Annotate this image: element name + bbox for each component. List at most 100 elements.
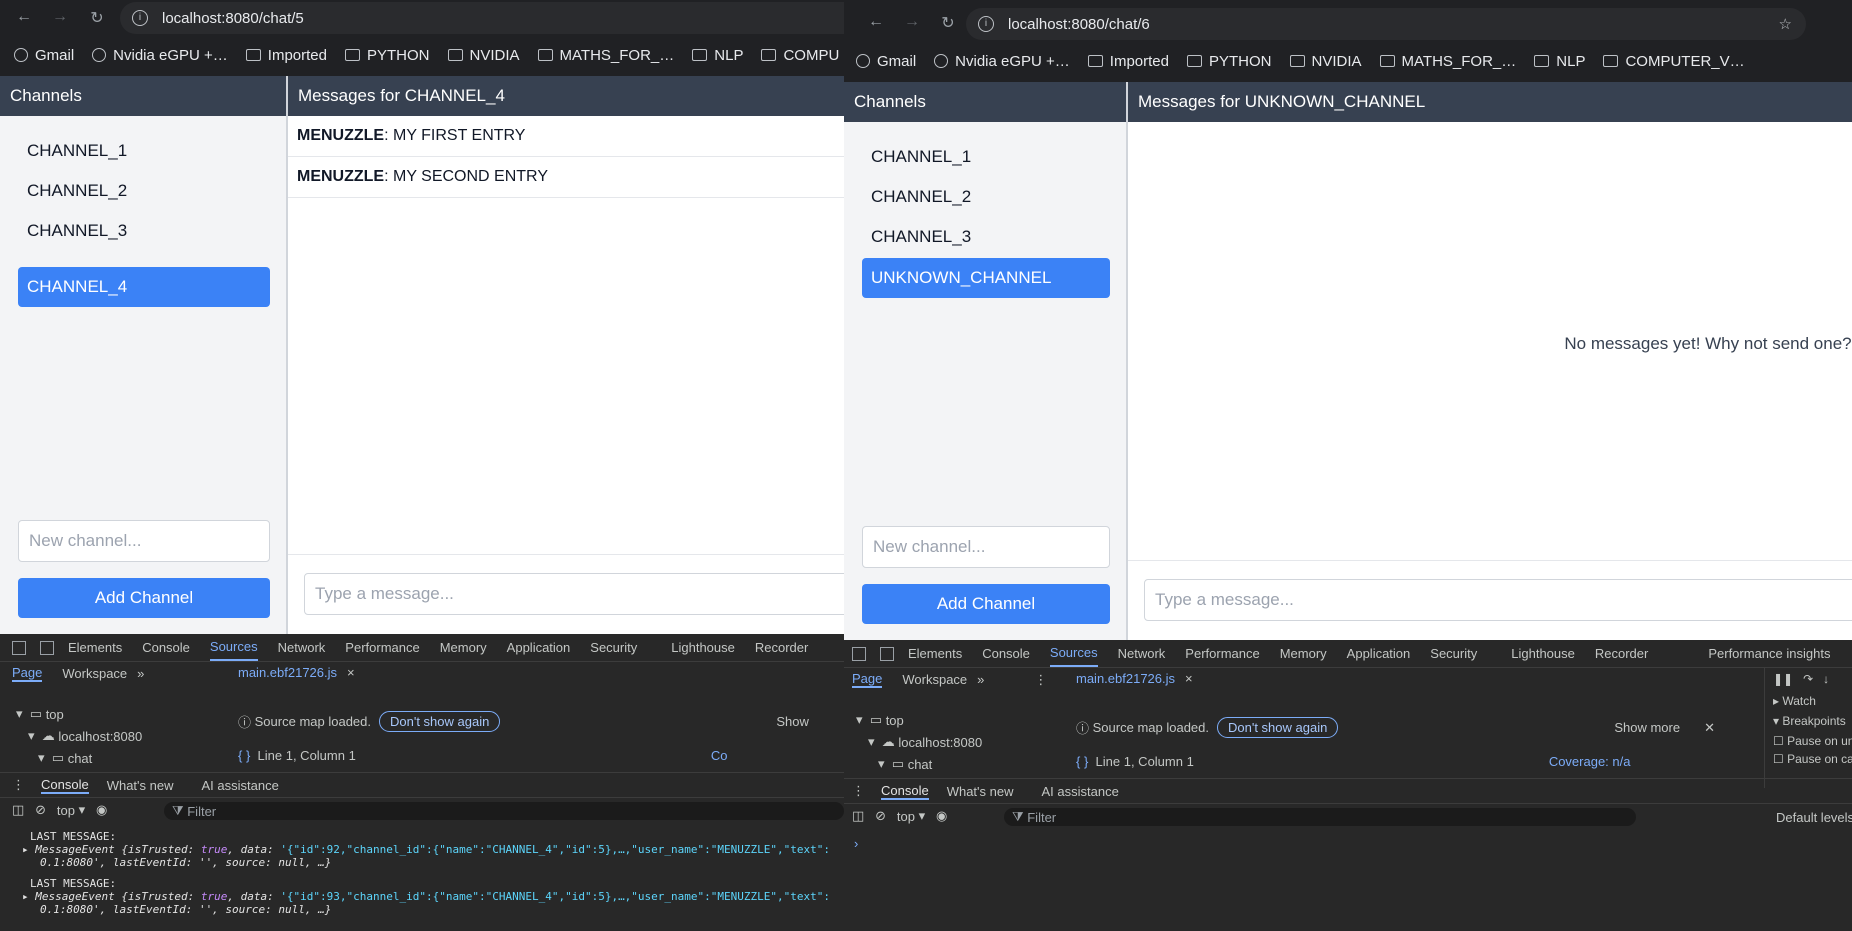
drawer-tab-console[interactable]: Console xyxy=(881,783,929,800)
clear-console-icon[interactable]: ⊘ xyxy=(35,802,46,818)
nav-tab-workspace[interactable]: Workspace xyxy=(902,672,967,687)
braces-icon[interactable]: { } xyxy=(238,748,250,763)
close-icon[interactable]: ✕ xyxy=(1704,720,1715,736)
inspect-icon[interactable] xyxy=(12,640,26,655)
channel-item-3[interactable]: CHANNEL_3 xyxy=(18,211,270,251)
message-input[interactable] xyxy=(1144,579,1852,621)
new-channel-input[interactable] xyxy=(862,526,1110,568)
reload-icon[interactable]: ↻ xyxy=(85,8,109,28)
show-more-link[interactable]: Show xyxy=(776,714,809,729)
show-more-link[interactable]: Show more xyxy=(1614,720,1680,735)
tab-console[interactable]: Console xyxy=(982,646,1030,661)
bookmark-imported[interactable]: Imported xyxy=(245,47,327,64)
reload-icon[interactable]: ↻ xyxy=(936,13,960,33)
channel-item-2[interactable]: CHANNEL_2 xyxy=(862,177,1110,217)
bookmark-gmail[interactable]: Gmail xyxy=(14,47,74,64)
close-icon[interactable]: × xyxy=(1185,671,1193,686)
bookmark-nvidia-egpu[interactable]: Nvidia eGPU +… xyxy=(934,53,1070,70)
add-channel-button[interactable]: Add Channel xyxy=(18,578,270,618)
tab-console[interactable]: Console xyxy=(142,640,190,655)
bookmark-nvidia[interactable]: NVIDIA xyxy=(1289,53,1362,70)
drawer-tab-whats-new[interactable]: What's new xyxy=(107,778,174,793)
tab-performance[interactable]: Performance xyxy=(345,640,419,655)
tree-top[interactable]: ▾ ▭ top xyxy=(856,712,904,728)
pause-icon[interactable]: ❚❚ ↷ ↓ xyxy=(1773,672,1829,686)
bookmark-maths[interactable]: MATHS_FOR_… xyxy=(537,47,674,64)
drawer-tab-ai[interactable]: AI assistance xyxy=(1042,784,1119,799)
dont-show-again-button[interactable]: Don't show again xyxy=(379,711,501,732)
drawer-tab-console[interactable]: Console xyxy=(41,777,89,794)
site-info-icon[interactable]: i xyxy=(978,16,994,32)
tree-chat[interactable]: ▾ ▭ chat xyxy=(38,750,92,766)
console-prompt-icon[interactable]: › xyxy=(854,836,858,851)
device-toolbar-icon[interactable] xyxy=(880,646,894,661)
drawer-menu-icon[interactable]: ⋮ xyxy=(852,783,865,799)
eye-icon[interactable]: ◉ xyxy=(96,802,107,818)
bookmark-computer-vision[interactable]: COMPUTER_V… xyxy=(1603,53,1745,70)
channel-item-1[interactable]: CHANNEL_1 xyxy=(862,137,1110,177)
back-icon[interactable]: ← xyxy=(12,8,36,26)
nav-tab-page[interactable]: Page xyxy=(852,671,883,688)
console-filter[interactable]: ⧩ Filter xyxy=(164,802,844,820)
tab-memory[interactable]: Memory xyxy=(1280,646,1327,661)
address-bar[interactable]: i localhost:8080/chat/6 ☆ xyxy=(966,8,1806,40)
tab-performance[interactable]: Performance xyxy=(1185,646,1259,661)
drawer-tab-ai[interactable]: AI assistance xyxy=(202,778,279,793)
message-input[interactable] xyxy=(304,573,844,615)
tab-recorder[interactable]: Recorder xyxy=(755,640,808,655)
new-channel-input[interactable] xyxy=(18,520,270,562)
channel-item-2[interactable]: CHANNEL_2 xyxy=(18,171,270,211)
editor-tab[interactable]: main.ebf21726.js × xyxy=(1076,671,1193,686)
context-select[interactable]: top xyxy=(897,809,915,824)
log-levels-select[interactable]: Default levels xyxy=(1776,810,1852,825)
site-info-icon[interactable]: i xyxy=(132,10,148,26)
context-select[interactable]: top xyxy=(57,803,75,818)
tab-network[interactable]: Network xyxy=(278,640,326,655)
tab-network[interactable]: Network xyxy=(1118,646,1166,661)
bookmark-python[interactable]: PYTHON xyxy=(1187,53,1272,70)
more-tabs-icon[interactable]: » xyxy=(977,672,984,687)
forward-icon[interactable]: → xyxy=(900,13,924,31)
navigator-menu-icon[interactable]: ⋮ xyxy=(1034,672,1047,688)
more-tabs-icon[interactable]: » xyxy=(137,666,144,681)
tab-security[interactable]: Security xyxy=(590,640,637,655)
tab-recorder[interactable]: Recorder xyxy=(1595,646,1648,661)
device-toolbar-icon[interactable] xyxy=(40,640,54,655)
tree-chat[interactable]: ▾ ▭ chat xyxy=(878,756,932,772)
console-log-entry[interactable]: LAST MESSAGE: ▸ MessageEvent {isTrusted:… xyxy=(22,877,830,916)
tab-application[interactable]: Application xyxy=(1347,646,1411,661)
forward-icon[interactable]: → xyxy=(48,8,72,26)
bookmark-nlp[interactable]: NLP xyxy=(1534,53,1585,70)
address-bar[interactable]: i localhost:8080/chat/5 xyxy=(120,2,844,34)
eye-icon[interactable]: ◉ xyxy=(936,808,947,824)
file-tab-label[interactable]: main.ebf21726.js xyxy=(1076,671,1175,686)
tab-elements[interactable]: Elements xyxy=(68,640,122,655)
clear-console-icon[interactable]: ⊘ xyxy=(875,808,886,824)
dont-show-again-button[interactable]: Don't show again xyxy=(1217,717,1339,738)
tab-sources[interactable]: Sources xyxy=(1049,641,1098,667)
tree-host[interactable]: ▾ ☁ localhost:8080 xyxy=(28,728,142,744)
tab-lighthouse[interactable]: Lighthouse xyxy=(1511,646,1575,661)
tab-sources[interactable]: Sources xyxy=(209,635,258,661)
tab-application[interactable]: Application xyxy=(507,640,571,655)
channel-item-active[interactable]: UNKNOWN_CHANNEL xyxy=(862,258,1110,298)
star-icon[interactable]: ☆ xyxy=(1779,15,1792,33)
breakpoints-section[interactable]: ▾ Breakpoints xyxy=(1773,714,1846,728)
tab-security[interactable]: Security xyxy=(1430,646,1477,661)
inspect-icon[interactable] xyxy=(852,646,866,661)
bookmark-computer[interactable]: COMPU xyxy=(761,47,839,64)
bookmark-nlp[interactable]: NLP xyxy=(692,47,743,64)
nav-tab-page[interactable]: Page xyxy=(12,665,43,682)
drawer-menu-icon[interactable]: ⋮ xyxy=(12,777,25,793)
sidebar-toggle-icon[interactable]: ◫ xyxy=(12,802,24,818)
channel-item-3[interactable]: CHANNEL_3 xyxy=(862,217,1110,257)
drawer-tab-whats-new[interactable]: What's new xyxy=(947,784,1014,799)
pause-uncaught-checkbox[interactable]: ☐ Pause on un xyxy=(1773,734,1852,748)
bookmark-gmail[interactable]: Gmail xyxy=(856,53,916,70)
pause-caught-checkbox[interactable]: ☐ Pause on ca xyxy=(1773,752,1852,766)
tab-performance-insights[interactable]: Performance insights xyxy=(1708,646,1830,661)
bookmark-nvidia-egpu[interactable]: Nvidia eGPU +… xyxy=(92,47,228,64)
file-tab-label[interactable]: main.ebf21726.js xyxy=(238,665,337,680)
bookmark-imported[interactable]: Imported xyxy=(1087,53,1169,70)
channel-item-1[interactable]: CHANNEL_1 xyxy=(18,131,270,171)
